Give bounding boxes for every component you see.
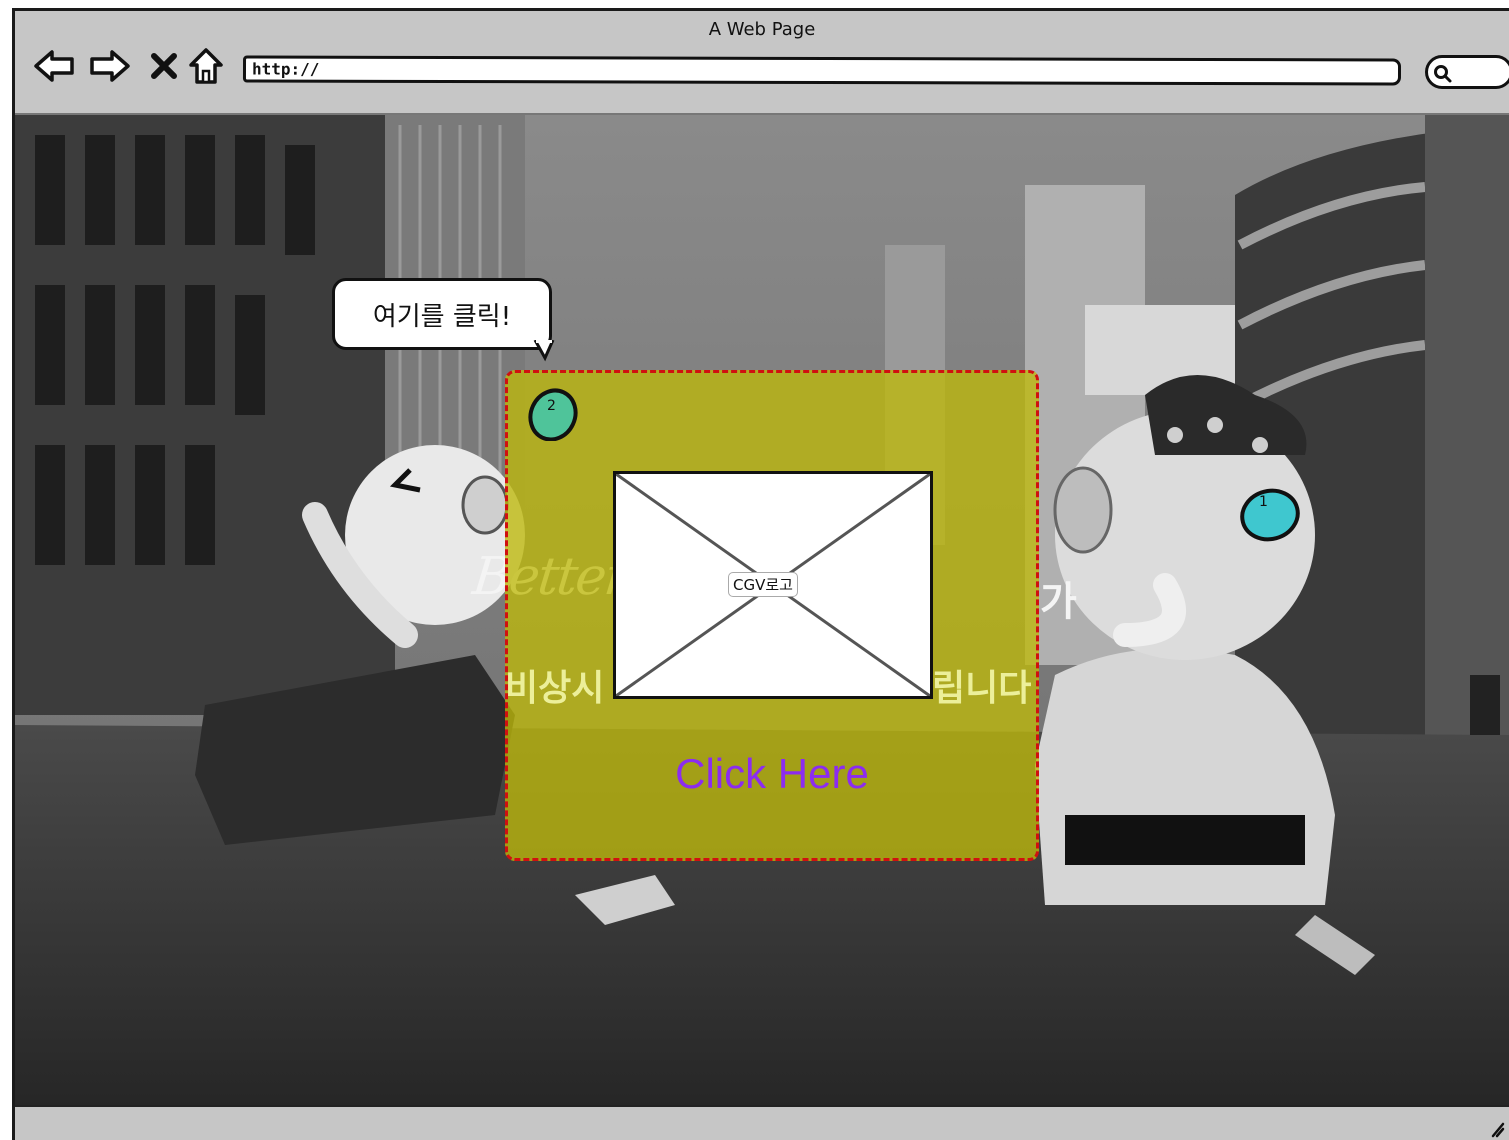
search-icon [1434, 65, 1452, 83]
back-arrow-icon [34, 50, 74, 82]
browser-window: A Web Page http:// 여기를 클릭! 가 비상시 립니다 CGV… [12, 8, 1509, 1140]
page-viewport: 여기를 클릭! Better, 가 비상시 립니다 CGV로고 Click He… [15, 115, 1509, 1110]
status-bar [15, 1105, 1509, 1140]
forward-arrow-icon [90, 50, 130, 82]
forward-button[interactable] [89, 45, 131, 87]
hero-subheading-right: 립니다 [932, 668, 1032, 709]
search-input[interactable] [1425, 55, 1509, 89]
image-caption: CGV로고 [728, 572, 798, 597]
hero-heading-fragment: 가 [1040, 579, 1077, 625]
resize-grip-icon[interactable] [1491, 1118, 1505, 1138]
close-icon [151, 53, 177, 79]
home-icon [189, 48, 223, 84]
marker-1-label: 1 [1259, 494, 1268, 510]
home-button[interactable] [185, 45, 227, 87]
callout-tail [533, 340, 555, 362]
marker-2-label: 2 [547, 398, 556, 414]
marker-1-icon [1240, 488, 1300, 542]
back-button[interactable] [33, 45, 75, 87]
hero-subheading-left: 비상시 [505, 668, 605, 709]
stop-button[interactable] [143, 45, 185, 87]
browser-toolbar: A Web Page http:// [15, 11, 1509, 115]
url-input[interactable]: http:// [242, 55, 1402, 86]
logo-image-placeholder: CGV로고 [613, 471, 933, 699]
click-here-link[interactable]: Click Here [505, 750, 1039, 798]
window-title: A Web Page [708, 19, 816, 40]
callout-bubble: 여기를 클릭! [332, 278, 552, 350]
